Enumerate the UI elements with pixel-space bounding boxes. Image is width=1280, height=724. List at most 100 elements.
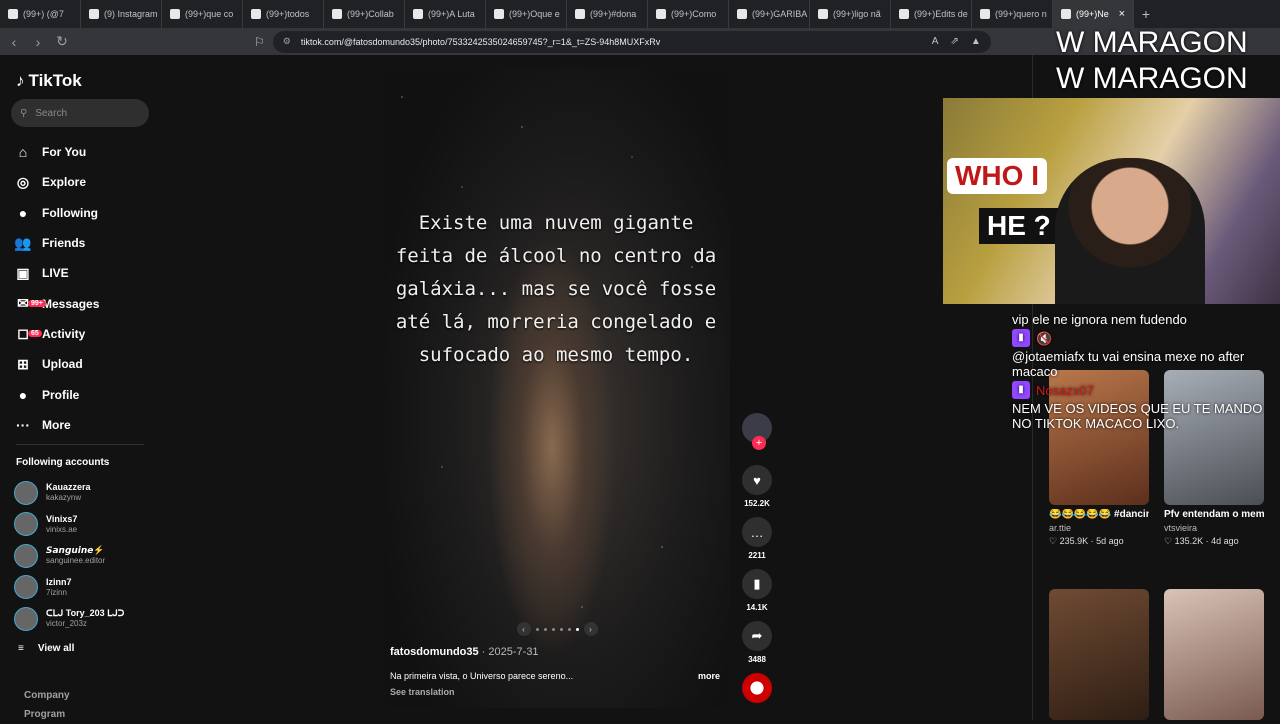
browser-tab[interactable]: (99+) (@7 xyxy=(0,0,81,28)
browser-tab[interactable]: (99+)ligo nã xyxy=(810,0,891,28)
see-translation-link[interactable]: See translation xyxy=(390,687,455,697)
account-name: ᑕᒪᒍ Tory_203 ᒪᒍᑐ xyxy=(46,608,125,619)
reload-icon[interactable]: ↻ xyxy=(52,33,72,50)
share-icon[interactable]: ⇗ xyxy=(950,36,958,47)
notification-badge: 65 xyxy=(28,330,42,338)
more-button[interactable]: more xyxy=(698,671,720,681)
sidebar-item-profile[interactable]: ● Profile xyxy=(14,379,99,409)
following-accounts-title: Following accounts xyxy=(16,457,110,468)
back-icon[interactable]: ‹ xyxy=(4,34,24,50)
browser-tab[interactable]: (99+)#dona xyxy=(567,0,648,28)
slide-dot[interactable] xyxy=(551,627,555,631)
like-icon[interactable]: ♥ xyxy=(742,465,772,495)
bookmark-save-icon[interactable]: ▮ xyxy=(742,569,772,599)
translate-icon[interactable]: A xyxy=(932,36,939,47)
video-author[interactable]: ar.ttie xyxy=(1049,523,1149,533)
footer-links: Company Program xyxy=(24,686,70,724)
share-arrow-icon[interactable]: ➦ xyxy=(742,621,772,651)
browser-tab[interactable]: (9) Instagram xyxy=(81,0,162,28)
follow-plus-icon[interactable]: + xyxy=(752,436,766,450)
slide-dot[interactable] xyxy=(567,627,571,631)
sidebar-item-more[interactable]: ··· More xyxy=(14,410,99,440)
browser-tab[interactable]: (99+)GARIBA xyxy=(729,0,810,28)
chat-message: @jotaemiafx tu vai ensina mexe no after … xyxy=(1012,349,1245,379)
music-disc-icon[interactable] xyxy=(742,673,772,703)
twitch-icon: ▮ xyxy=(1012,381,1030,399)
watermark-text: W MARAGON xyxy=(1056,62,1248,95)
next-slide-icon[interactable]: › xyxy=(583,622,598,636)
video-stats: ♡ 135.2K · 4d ago xyxy=(1164,536,1239,546)
footer-program[interactable]: Program xyxy=(24,705,70,724)
close-tab-icon[interactable]: × xyxy=(1119,8,1125,20)
video-thumbnail[interactable] xyxy=(1049,589,1149,720)
search-placeholder: Search xyxy=(35,107,68,119)
slide-dot[interactable] xyxy=(535,627,539,631)
browser-tab[interactable]: (99+)Collab xyxy=(324,0,405,28)
sidebar-item-live[interactable]: ▣ LIVE xyxy=(14,258,99,288)
following-account[interactable]: Kauazzera kakazynw xyxy=(14,477,124,509)
tab-label: (99+)ligo nã xyxy=(833,9,881,19)
following-account[interactable]: ᑕᒪᒍ Tory_203 ᒪᒍᑐ victor_203z xyxy=(14,603,124,635)
browser-tab[interactable]: (99+)Edits de xyxy=(891,0,972,28)
upload-icon: ⊞ xyxy=(17,355,29,372)
save-count: 14.1K xyxy=(746,603,768,612)
browser-tab[interactable]: (99+)todos xyxy=(243,0,324,28)
comment-count: 2211 xyxy=(748,551,766,560)
browser-tab[interactable]: (99+)Ne × xyxy=(1053,0,1134,28)
shield-icon[interactable]: ▲ xyxy=(971,36,981,47)
tab-favicon-icon xyxy=(413,9,423,19)
account-username: victor_203z xyxy=(46,619,87,629)
video-author[interactable]: vtsvieira xyxy=(1164,523,1264,533)
sidebar-item-label: Profile xyxy=(42,387,80,402)
more-icon: ··· xyxy=(16,416,30,433)
browser-tab[interactable]: (99+)Oque e xyxy=(486,0,567,28)
sidebar-item-following[interactable]: ● Following xyxy=(14,198,99,228)
new-tab-icon[interactable]: + xyxy=(1134,6,1158,22)
related-video-card[interactable] xyxy=(1049,589,1149,720)
view-all-link[interactable]: ≡ View all xyxy=(18,643,74,654)
notification-badge: 99+ xyxy=(28,300,46,308)
following-icon: ● xyxy=(18,204,28,221)
creator-avatar[interactable]: + xyxy=(742,413,772,450)
slide-dot[interactable] xyxy=(543,627,547,631)
address-bar[interactable]: ⚙ tiktok.com/@fatosdomundo35/photo/75332… xyxy=(272,30,991,53)
browser-tab[interactable]: (99+)Como xyxy=(648,0,729,28)
sidebar-item-friends[interactable]: 👥 Friends xyxy=(14,228,99,258)
tab-label: (99+)Como xyxy=(671,9,717,19)
photo-post[interactable]: Existe uma nuvem gigante feita de álcool… xyxy=(382,67,730,708)
footer-company[interactable]: Company xyxy=(24,686,70,705)
post-author[interactable]: fatosdomundo35 · 2025-7-31 xyxy=(390,646,539,658)
sidebar-item-messages[interactable]: ✉ 99+ Messages xyxy=(14,288,99,318)
tab-favicon-icon xyxy=(818,9,828,19)
comment-icon[interactable]: … xyxy=(742,517,772,547)
slide-dot-active[interactable] xyxy=(575,627,579,631)
slide-dot[interactable] xyxy=(559,627,563,631)
sidebar-item-label: For You xyxy=(42,145,87,160)
avatar xyxy=(14,575,38,600)
sidebar-item-upload[interactable]: ⊞ Upload xyxy=(14,349,99,379)
sidebar-item-for-you[interactable]: ⌂ For You xyxy=(14,137,99,167)
sidebar-item-explore[interactable]: ◎ Explore xyxy=(14,167,99,197)
following-account[interactable]: 𝙎𝙖𝙣𝙜𝙪𝙞𝙣𝙚⚡ sanguinee.editor xyxy=(14,540,124,572)
bookmark-icon[interactable]: ⚐ xyxy=(254,35,265,49)
account-name: 𝙎𝙖𝙣𝙜𝙪𝙞𝙣𝙚⚡ xyxy=(46,545,105,556)
search-input[interactable]: ⚲ Search xyxy=(11,99,149,127)
avatar xyxy=(14,606,38,631)
sidebar-item-label: Activity xyxy=(42,326,86,341)
sidebar-item-activity[interactable]: ◻ 65 Activity xyxy=(14,319,99,349)
site-info-icon[interactable]: ⚙ xyxy=(283,36,291,47)
prev-slide-icon[interactable]: ‹ xyxy=(516,622,531,636)
video-thumbnail[interactable] xyxy=(1164,589,1264,720)
profile-icon: ● xyxy=(18,386,28,403)
browser-tab[interactable]: (99+)que co xyxy=(162,0,243,28)
account-text: Vinixs7 vinixs.ae xyxy=(46,514,77,535)
forward-icon[interactable]: › xyxy=(28,34,48,50)
chat-message: vip ele ne ignora nem fudendo xyxy=(1012,312,1187,327)
related-video-card[interactable] xyxy=(1164,589,1264,720)
browser-tab[interactable]: (99+)A Luta xyxy=(405,0,486,28)
following-account[interactable]: Izinn7 7izinn xyxy=(14,572,124,604)
following-account[interactable]: Vinixs7 vinixs.ae xyxy=(14,509,124,541)
video-title: Pfv entendam o meme #viral... xyxy=(1164,509,1264,520)
tiktok-logo[interactable]: ♪ TikTok xyxy=(16,71,82,91)
browser-tab[interactable]: (99+)quero n xyxy=(972,0,1053,28)
